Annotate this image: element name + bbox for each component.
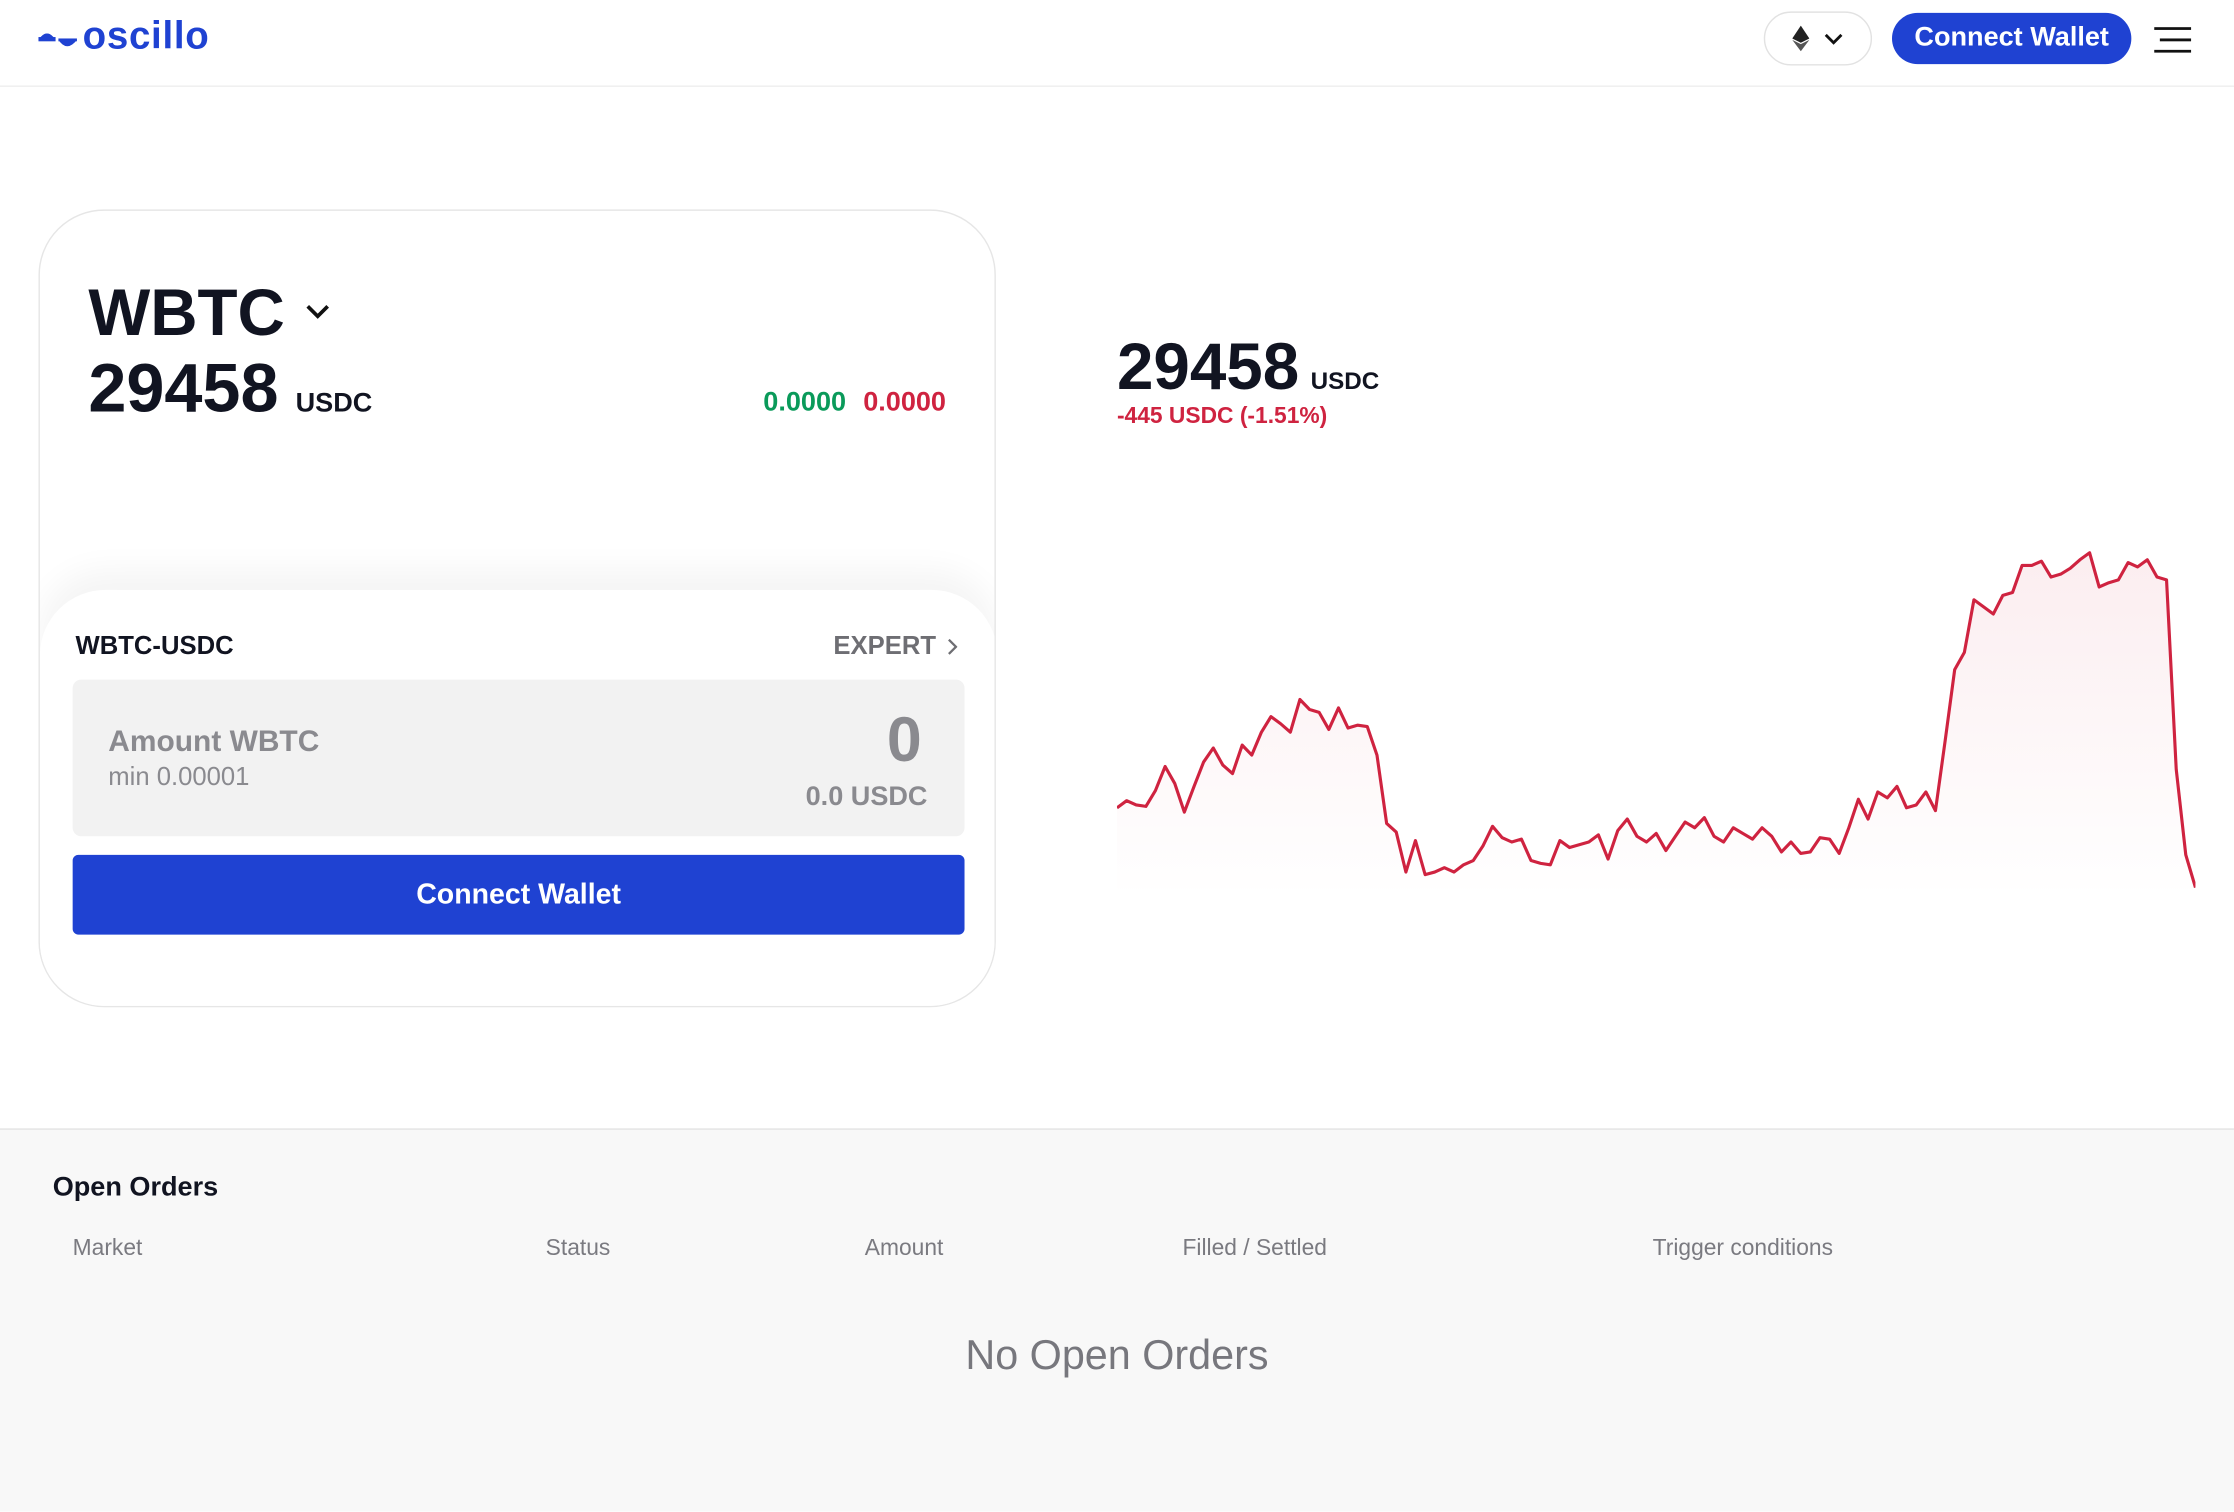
asset-name: WBTC: [88, 274, 285, 351]
bid-ask: 0.0000 0.0000: [763, 388, 946, 419]
price-change: -445 USDC (-1.51%): [1117, 405, 1327, 431]
logo[interactable]: oscillo: [37, 20, 209, 58]
column-header-filled: Filled / Settled: [1183, 1237, 1327, 1263]
order-panel: WBTC-USDC EXPERT Amount WBTC min 0.00001…: [40, 590, 996, 1007]
asset-selector[interactable]: WBTC: [88, 274, 330, 351]
price-value: 29458: [88, 350, 278, 428]
price-unit: USDC: [296, 389, 373, 420]
hamburger-icon[interactable]: [2154, 27, 2191, 53]
amount-value: 0: [887, 705, 922, 776]
top-bar: oscillo Connect Wallet: [0, 0, 2234, 87]
amount-label: Amount WBTC: [108, 725, 319, 759]
amount-usdc: 0.0 USDC: [806, 782, 928, 813]
amount-min: min 0.00001: [108, 762, 249, 792]
column-header-status: Status: [546, 1237, 611, 1263]
price-chart: [1117, 541, 2195, 897]
wave-logo-icon: [37, 28, 80, 51]
chevron-down-icon: [305, 303, 331, 320]
app: oscillo Connect Wallet WBTC 29458 USDC 0…: [0, 0, 2234, 1510]
expert-link[interactable]: EXPERT: [833, 631, 957, 661]
expert-label: EXPERT: [833, 631, 936, 661]
chart-price: 29458 USDC: [1117, 328, 1379, 405]
trade-card: WBTC 29458 USDC 0.0000 0.0000 WBTC-USDC …: [38, 209, 995, 1007]
network-selector[interactable]: [1764, 11, 1872, 65]
connect-wallet-button[interactable]: Connect Wallet: [1892, 13, 2131, 64]
logo-text: oscillo: [83, 14, 210, 58]
open-orders-title: Open Orders: [53, 1173, 218, 1204]
chart-area-fill: [1117, 553, 2195, 898]
asset-price: 29458 USDC: [88, 350, 372, 428]
bid-value: 0.0000: [763, 388, 846, 419]
pair-label: WBTC-USDC: [76, 631, 234, 661]
connect-wallet-button[interactable]: Connect Wallet: [73, 855, 965, 935]
ask-value: 0.0000: [863, 388, 946, 419]
amount-input[interactable]: Amount WBTC min 0.00001 0 0.0 USDC: [73, 680, 965, 837]
chevron-down-icon: [1824, 32, 1844, 45]
chevron-right-icon: [947, 638, 957, 655]
empty-state: No Open Orders: [0, 1334, 2234, 1381]
column-header-trigger: Trigger conditions: [1653, 1237, 1833, 1263]
chart-price-value: 29458: [1117, 328, 1299, 405]
column-header-market: Market: [73, 1237, 143, 1263]
column-header-amount: Amount: [865, 1237, 944, 1263]
chart-price-unit: USDC: [1311, 368, 1380, 396]
open-orders-section: Open Orders Market Status Amount Filled …: [0, 1128, 2234, 1511]
ethereum-icon: [1792, 26, 1809, 52]
